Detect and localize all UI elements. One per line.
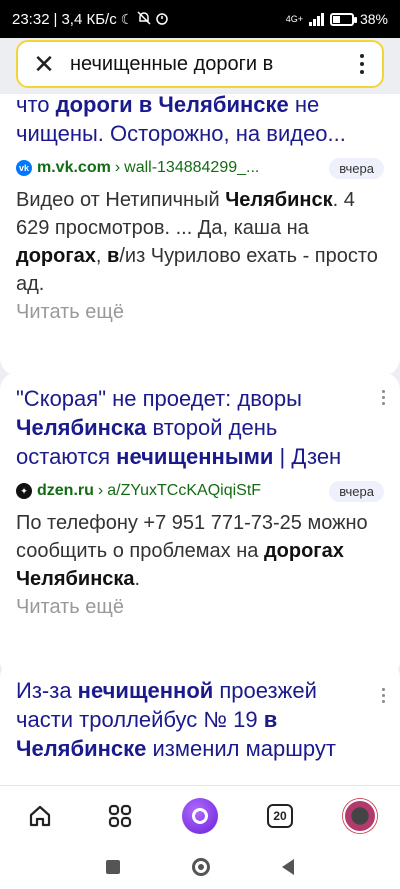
title-text: дороги в Челябинске xyxy=(55,92,289,117)
snippet-text: Видео от Нетипичный xyxy=(16,189,226,211)
system-navigation xyxy=(0,845,400,889)
alarm-icon xyxy=(155,11,169,28)
more-menu-icon[interactable] xyxy=(342,42,382,86)
title-text: нечищенными xyxy=(116,444,274,469)
title-text: нечищенной xyxy=(77,678,214,703)
battery-percent: 38% xyxy=(359,11,388,27)
date-badge: вчера xyxy=(329,480,384,502)
snippet-text: дорогах xyxy=(16,245,96,267)
browser-app: что дороги в Челябинске не чищены. Остор… xyxy=(0,38,400,845)
dzen-icon: ✦ xyxy=(16,483,32,499)
alice-icon[interactable] xyxy=(176,792,224,840)
date-badge: вчера xyxy=(329,157,384,179)
bottom-navigation: 20 xyxy=(0,785,400,845)
read-more-link[interactable]: Читать ещё xyxy=(16,298,384,326)
read-more-link[interactable]: Читать ещё xyxy=(16,593,384,621)
recents-button[interactable] xyxy=(106,860,120,874)
home-button[interactable] xyxy=(192,858,210,876)
title-text: изменил маршрут xyxy=(146,736,336,761)
battery-icon xyxy=(329,12,357,26)
source-domain[interactable]: dzen.ru xyxy=(37,482,94,500)
source-path[interactable]: a/ZYuxTCcKAQiqiStF xyxy=(107,482,261,500)
snippet-text: в xyxy=(107,245,120,267)
title-text: Из-за xyxy=(16,678,78,703)
card-menu-icon[interactable] xyxy=(380,390,386,405)
network-type: 4G+ xyxy=(285,14,303,24)
signal-icon xyxy=(308,12,324,26)
title-text: что xyxy=(16,92,56,117)
home-icon[interactable] xyxy=(16,792,64,840)
search-bar[interactable]: ✕ нечищенные дороги в xyxy=(16,40,384,88)
status-time: 23:32 xyxy=(12,10,50,28)
result-title[interactable]: "Скорая" не проедет: дворы Челябинска вт… xyxy=(16,372,384,471)
bell-off-icon xyxy=(137,10,151,28)
status-speed: 3,4 КБ/с xyxy=(61,10,117,28)
result-snippet: По телефону +7 951 771-73-25 можно сообщ… xyxy=(16,509,384,593)
search-input[interactable]: нечищенные дороги в xyxy=(70,53,342,76)
snippet-text: Челябинск xyxy=(225,189,333,211)
moon-icon: ☾ xyxy=(120,10,134,27)
result-source[interactable]: ✦ dzen.ru › a/ZYuxTCcKAQiqiStF вчера xyxy=(16,479,384,503)
result-source[interactable]: vk m.vk.com › wall-134884299_... вчера xyxy=(16,156,384,180)
result-snippet: Видео от Нетипичный Челябинск. 4 629 про… xyxy=(16,186,384,298)
search-header: ✕ нечищенные дороги в xyxy=(0,38,400,94)
result-card[interactable]: "Скорая" не проедет: дворы Челябинска вт… xyxy=(0,372,400,679)
title-text: "Скорая" не проедет: дворы xyxy=(16,386,302,411)
tabs-count: 20 xyxy=(267,803,293,828)
back-button[interactable] xyxy=(282,859,294,875)
source-domain[interactable]: m.vk.com xyxy=(37,159,111,177)
result-title[interactable]: Из-за нечищенной проезжей части троллейб… xyxy=(16,660,384,763)
title-text: Челябинска xyxy=(16,415,147,440)
title-text: | Дзен xyxy=(273,444,342,469)
close-icon[interactable]: ✕ xyxy=(18,42,70,86)
status-bar: 23:32 | 3,4 КБ/с ☾ 4G+ 38% xyxy=(0,0,400,38)
vk-icon: vk xyxy=(16,160,32,176)
source-path[interactable]: wall-134884299_... xyxy=(124,159,259,177)
snippet-text: . xyxy=(134,568,141,590)
services-grid-icon[interactable] xyxy=(96,792,144,840)
snippet-text: , xyxy=(95,245,108,267)
profile-avatar[interactable] xyxy=(336,792,384,840)
tabs-icon[interactable]: 20 xyxy=(256,792,304,840)
card-menu-icon[interactable] xyxy=(380,688,386,703)
